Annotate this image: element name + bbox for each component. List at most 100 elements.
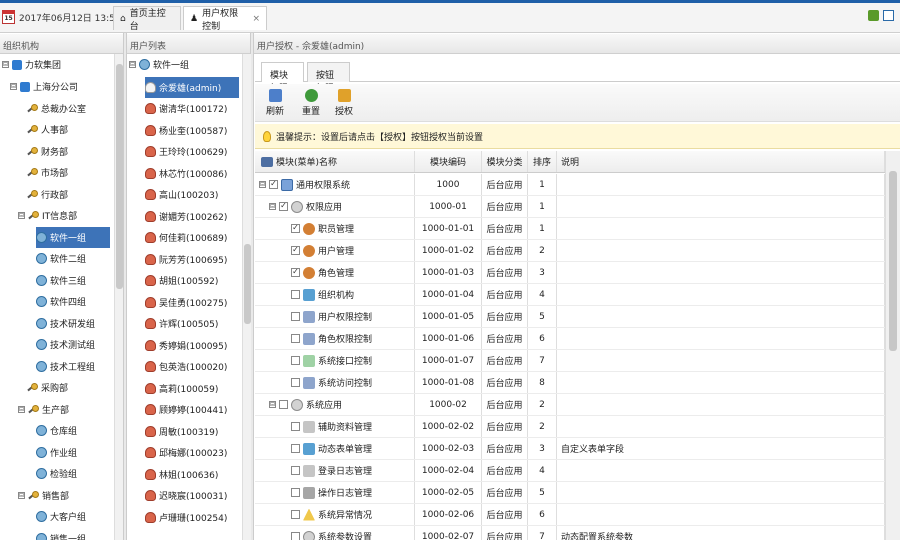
tree-node-president-office[interactable]: 总裁办公室 xyxy=(27,98,110,119)
user-item[interactable]: 许辉(100505) xyxy=(145,313,239,334)
user-item[interactable]: 阮芳芳(100695) xyxy=(145,249,239,270)
tree-node-software-2[interactable]: 软件二组 xyxy=(36,248,110,269)
tree-node-inspection[interactable]: 检验组 xyxy=(36,463,110,484)
tab-button-permission[interactable]: 按钮权限 xyxy=(307,62,350,94)
collapse-icon[interactable]: ⊟ xyxy=(18,212,25,219)
module-checkbox[interactable] xyxy=(291,312,300,321)
module-checkbox[interactable]: ✓ xyxy=(279,202,288,211)
module-checkbox[interactable] xyxy=(291,422,300,431)
tree-node-testing[interactable]: 技术测试组 xyxy=(36,334,110,355)
user-item[interactable]: 杨业奎(100587) xyxy=(145,120,239,141)
table-row[interactable]: 组织机构 1000-01-04 后台应用 4 xyxy=(255,284,885,306)
collapse-icon[interactable]: ⊟ xyxy=(18,406,25,413)
tree-node-hr[interactable]: 人事部 xyxy=(27,119,110,140)
user-item[interactable]: 吴佳勇(100275) xyxy=(145,292,239,313)
user-item[interactable]: 邱梅娜(100023) xyxy=(145,442,239,463)
user-item[interactable]: 谢媚芳(100262) xyxy=(145,206,239,227)
user-item[interactable]: 高莉(100059) xyxy=(145,378,239,399)
module-checkbox[interactable] xyxy=(291,510,300,519)
user-item[interactable]: 顾婷婷(100441) xyxy=(145,399,239,420)
user-item[interactable]: 周敏(100319) xyxy=(145,421,239,442)
close-icon[interactable]: × xyxy=(252,14,260,24)
collapse-icon[interactable]: ⊟ xyxy=(269,401,276,408)
tree-node-sales-1[interactable]: 销售一组 xyxy=(36,528,110,540)
tree-node-software-4[interactable]: 软件四组 xyxy=(36,291,110,312)
user-list-scrollbar[interactable] xyxy=(242,54,251,540)
table-row[interactable]: 系统参数设置 1000-02-07 后台应用 7 动态配置系统参数 xyxy=(255,526,885,540)
module-checkbox[interactable] xyxy=(279,400,288,409)
tree-node-marketing[interactable]: 市场部 xyxy=(27,162,110,183)
tree-node-it[interactable]: ⊟ IT信息部 xyxy=(18,205,110,226)
collapse-icon[interactable]: ⊟ xyxy=(10,83,17,90)
tree-node-operations[interactable]: 作业组 xyxy=(36,442,110,463)
table-row[interactable]: ✓ 用户管理 1000-01-02 后台应用 2 xyxy=(255,240,885,262)
module-checkbox[interactable]: ✓ xyxy=(291,268,300,277)
user-item[interactable]: 林芯竹(100086) xyxy=(145,163,239,184)
table-row[interactable]: 动态表单管理 1000-02-03 后台应用 3 自定义表单字段 xyxy=(255,438,885,460)
module-checkbox[interactable]: ✓ xyxy=(291,246,300,255)
tab-user-permission[interactable]: ♟ 用户权限控制 × xyxy=(183,6,267,32)
org-tree-scrollbar[interactable] xyxy=(114,54,123,540)
tab-home[interactable]: ⌂ 首页主控台 xyxy=(113,6,181,32)
module-checkbox[interactable]: ✓ xyxy=(269,180,278,189)
refresh-window-icon[interactable] xyxy=(868,10,879,21)
table-row[interactable]: 系统接口控制 1000-01-07 后台应用 7 xyxy=(255,350,885,372)
table-row[interactable]: ⊟ ✓ 权限应用 1000-01 后台应用 1 xyxy=(255,196,885,218)
scrollbar-thumb[interactable] xyxy=(244,244,251,324)
user-item[interactable]: 谢清华(100172) xyxy=(145,98,239,119)
table-row[interactable]: 登录日志管理 1000-02-04 后台应用 4 xyxy=(255,460,885,482)
user-item[interactable]: 高山(100203) xyxy=(145,184,239,205)
module-checkbox[interactable] xyxy=(291,356,300,365)
authorize-button[interactable]: 授权 xyxy=(330,89,358,117)
collapse-icon[interactable]: ⊟ xyxy=(2,61,9,68)
user-item[interactable]: 秀婷娟(100095) xyxy=(145,335,239,356)
module-checkbox[interactable] xyxy=(291,488,300,497)
table-row[interactable]: ✓ 角色管理 1000-01-03 后台应用 3 xyxy=(255,262,885,284)
collapse-icon[interactable]: ⊟ xyxy=(259,181,266,188)
tab-module-permission[interactable]: 模块权限 xyxy=(261,62,304,94)
module-checkbox[interactable] xyxy=(291,532,300,540)
table-row[interactable]: 系统异常情况 1000-02-06 后台应用 6 xyxy=(255,504,885,526)
collapse-icon[interactable]: ⊟ xyxy=(269,203,276,210)
user-item[interactable]: 佘爱雄(admin) xyxy=(145,77,239,98)
user-item[interactable]: 何佳莉(100689) xyxy=(145,227,239,248)
tree-node-admin[interactable]: 行政部 xyxy=(27,184,110,205)
table-row[interactable]: 操作日志管理 1000-02-05 后台应用 5 xyxy=(255,482,885,504)
table-row[interactable]: ⊟ 系统应用 1000-02 后台应用 2 xyxy=(255,394,885,416)
module-checkbox[interactable] xyxy=(291,444,300,453)
tree-node-key-accounts[interactable]: 大客户组 xyxy=(36,506,110,527)
tree-node-sales[interactable]: ⊟ 销售部 xyxy=(18,485,110,506)
collapse-icon[interactable]: ⊟ xyxy=(18,492,25,499)
user-group-node[interactable]: ⊟ 软件一组 xyxy=(129,54,239,75)
collapse-icon[interactable]: ⊟ xyxy=(129,61,136,68)
tree-node-production[interactable]: ⊟ 生产部 xyxy=(18,399,110,420)
tree-node-lirong-group[interactable]: ⊟ 力软集团 xyxy=(2,54,110,75)
table-row[interactable]: ✓ 职员管理 1000-01-01 后台应用 1 xyxy=(255,218,885,240)
table-row[interactable]: 角色权限控制 1000-01-06 后台应用 6 xyxy=(255,328,885,350)
user-item[interactable]: 卢珊珊(100254) xyxy=(145,507,239,528)
tree-node-shanghai-branch[interactable]: ⊟ 上海分公司 xyxy=(10,76,110,97)
module-checkbox[interactable]: ✓ xyxy=(291,224,300,233)
tree-node-software-3[interactable]: 软件三组 xyxy=(36,270,110,291)
module-checkbox[interactable] xyxy=(291,378,300,387)
tree-node-software-1[interactable]: 软件一组 xyxy=(36,227,110,248)
tree-node-engineering[interactable]: 技术工程组 xyxy=(36,356,110,377)
scrollbar-thumb[interactable] xyxy=(889,171,897,351)
table-row[interactable]: ⊟ ✓ 通用权限系统 1000 后台应用 1 xyxy=(255,174,885,196)
table-row[interactable]: 用户权限控制 1000-01-05 后台应用 5 xyxy=(255,306,885,328)
reset-button[interactable]: 重置 xyxy=(297,89,325,117)
table-row[interactable]: 系统访问控制 1000-01-08 后台应用 8 xyxy=(255,372,885,394)
tree-node-rd[interactable]: 技术研发组 xyxy=(36,313,110,334)
table-row[interactable]: 辅助资料管理 1000-02-02 后台应用 2 xyxy=(255,416,885,438)
fullscreen-icon[interactable] xyxy=(883,10,894,21)
user-item[interactable]: 包英浩(100020) xyxy=(145,356,239,377)
module-checkbox[interactable] xyxy=(291,466,300,475)
table-scrollbar[interactable] xyxy=(885,151,900,540)
user-item[interactable]: 林姐(100636) xyxy=(145,464,239,485)
module-checkbox[interactable] xyxy=(291,290,300,299)
user-item[interactable]: 迟晓宸(100031) xyxy=(145,485,239,506)
tree-node-finance[interactable]: 财务部 xyxy=(27,141,110,162)
scrollbar-thumb[interactable] xyxy=(116,64,123,289)
user-item[interactable]: 胡姐(100592) xyxy=(145,270,239,291)
module-checkbox[interactable] xyxy=(291,334,300,343)
